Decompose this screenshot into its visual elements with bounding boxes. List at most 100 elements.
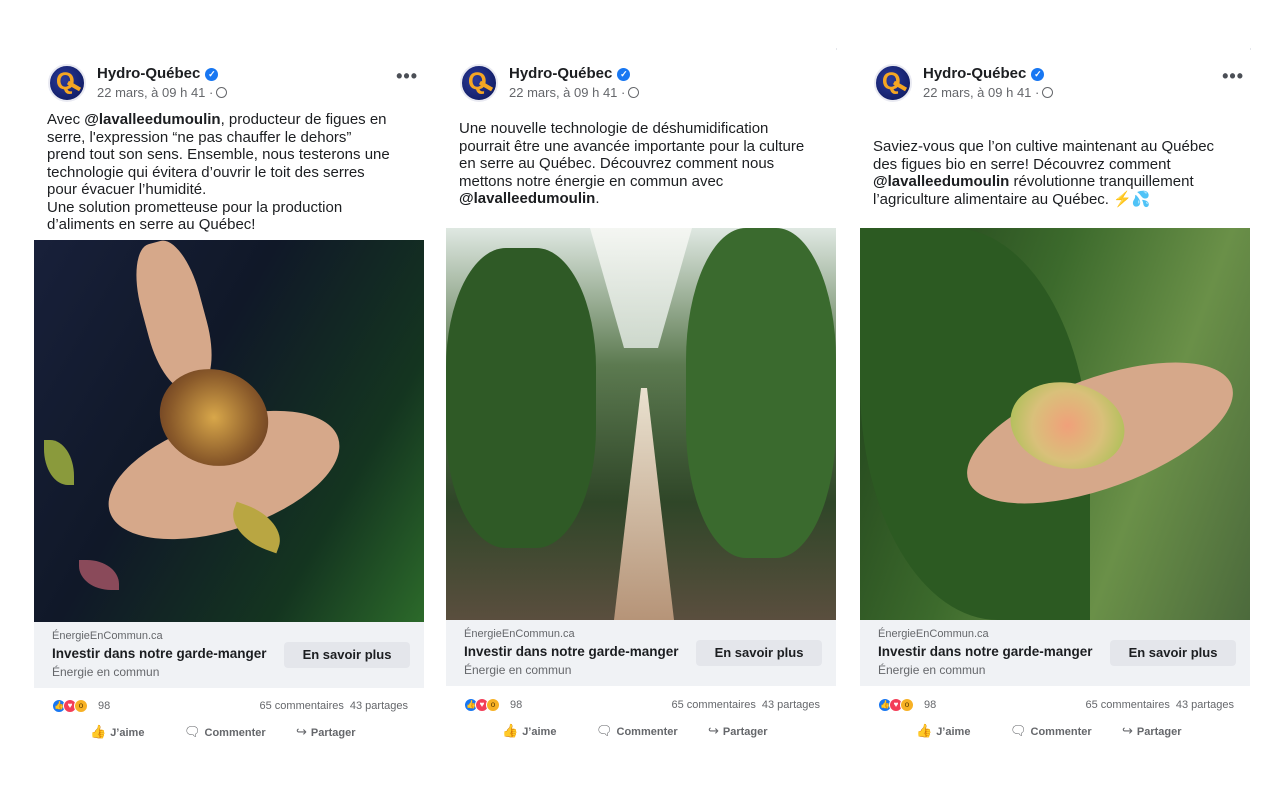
- mention-link[interactable]: @lavalleedumoulin: [84, 111, 220, 128]
- post-text-line: l’agriculture alimentaire au Québec. ⚡💦: [873, 191, 1243, 209]
- link-subtitle: Énergie en commun: [464, 663, 572, 677]
- like-label: J’aime: [110, 727, 145, 739]
- page-name[interactable]: Hydro-Québec: [923, 65, 1026, 82]
- timestamp[interactable]: 22 mars, à 09 h 41 ·: [923, 85, 1039, 100]
- text-run: pour évacuer l’humidité.: [47, 181, 207, 198]
- post-actions: 👍 J’aime 🗨 Commenter ↪ Partager: [502, 723, 802, 741]
- comment-button[interactable]: 🗨 Commenter: [596, 723, 678, 739]
- link-title[interactable]: Investir dans notre garde-manger: [878, 644, 1093, 659]
- text-run: serre, l'expression “ne pas chauffer le …: [47, 128, 352, 146]
- wow-reaction-icon: o: [900, 698, 914, 712]
- link-preview[interactable]: ÉnergieEnCommun.ca Investir dans notre g…: [446, 620, 836, 686]
- post-header: Q Hydro-Québec ✓ 22 mars, à 09 h 41 ·: [460, 62, 830, 104]
- comments-count[interactable]: 65 commentaires: [672, 699, 756, 711]
- mention-link[interactable]: @lavalleedumoulin: [873, 173, 1009, 190]
- more-options-icon[interactable]: •••: [1222, 66, 1244, 87]
- comment-bubble-icon: 🗨: [596, 723, 613, 738]
- share-button[interactable]: ↪ Partager: [1122, 723, 1182, 739]
- comment-button[interactable]: 🗨 Commenter: [184, 724, 266, 740]
- shares-count[interactable]: 43 partages: [350, 700, 408, 712]
- page-avatar[interactable]: Q: [874, 64, 912, 102]
- reactions-count[interactable]: 98: [510, 699, 522, 711]
- wow-reaction-icon: o: [74, 699, 88, 713]
- share-label: Partager: [1136, 726, 1182, 738]
- share-button[interactable]: ↪ Partager: [708, 723, 768, 739]
- link-domain: ÉnergieEnCommun.ca: [52, 630, 163, 642]
- like-button[interactable]: 👍 J’aime: [90, 724, 144, 740]
- link-subtitle: Énergie en commun: [52, 665, 160, 679]
- engagement-stats: 👍 ♥ o 98 65 commentaires 43 partages: [52, 698, 408, 716]
- post-text-line: @lavalleedumoulin révolutionne tranquill…: [873, 173, 1243, 191]
- globe-icon: [1042, 87, 1054, 98]
- shares-count[interactable]: 43 partages: [1176, 699, 1234, 711]
- reactions-summary[interactable]: 👍 ♥ o: [52, 699, 98, 713]
- shares-count[interactable]: 43 partages: [762, 699, 820, 711]
- text-run: .: [595, 190, 600, 207]
- post-header: Q Hydro-Québec ✓ 22 mars, à 09 h 41 · •••: [874, 62, 1244, 104]
- reactions-count[interactable]: 98: [98, 700, 110, 712]
- post-image[interactable]: [860, 228, 1250, 620]
- reactions-summary[interactable]: 👍 ♥ o: [464, 698, 510, 712]
- page-avatar[interactable]: Q: [48, 64, 86, 102]
- comments-count[interactable]: 65 commentaires: [1086, 699, 1170, 711]
- thumbs-up-icon: 👍: [502, 723, 519, 738]
- post-text-line: Une nouvelle technologie de déshumidific…: [459, 120, 829, 138]
- link-preview[interactable]: ÉnergieEnCommun.ca Investir dans notre g…: [860, 620, 1250, 686]
- more-options-icon[interactable]: •••: [396, 66, 418, 87]
- learn-more-button[interactable]: En savoir plus: [1110, 640, 1236, 666]
- share-arrow-icon: ↪: [1122, 723, 1133, 738]
- comment-button[interactable]: 🗨 Commenter: [1010, 723, 1092, 739]
- comments-count[interactable]: 65 commentaires: [260, 700, 344, 712]
- verified-badge-icon: ✓: [617, 68, 631, 81]
- text-run: Saviez-vous que l’on cultive maintenant …: [873, 138, 1215, 155]
- learn-more-button[interactable]: En savoir plus: [696, 640, 822, 666]
- comment-label: Commenter: [1030, 726, 1092, 738]
- text-run: d’aliments en serre au Québec!: [47, 216, 256, 233]
- post-image[interactable]: [34, 240, 424, 622]
- link-title[interactable]: Investir dans notre garde-manger: [464, 644, 679, 659]
- post-text-line: @lavalleedumoulin.: [459, 190, 829, 208]
- post-text: Avec @lavalleedumoulin, producteur de fi…: [47, 111, 417, 234]
- learn-more-button[interactable]: En savoir plus: [284, 642, 410, 668]
- text-run: révolutionne tranquillement: [1009, 173, 1194, 190]
- share-arrow-icon: ↪: [296, 724, 307, 739]
- link-title[interactable]: Investir dans notre garde-manger: [52, 646, 267, 661]
- page-name-link[interactable]: Hydro-Québec ✓: [97, 65, 219, 82]
- page-name[interactable]: Hydro-Québec: [97, 65, 200, 82]
- post-actions: 👍 J’aime 🗨 Commenter ↪ Partager: [90, 724, 390, 742]
- like-label: J’aime: [522, 726, 557, 738]
- text-run: Avec: [47, 111, 85, 128]
- comment-bubble-icon: 🗨: [1010, 723, 1027, 738]
- comment-bubble-icon: 🗨: [184, 724, 201, 739]
- post-meta: 22 mars, à 09 h 41 ·: [923, 85, 1054, 100]
- share-label: Partager: [722, 726, 768, 738]
- page-avatar[interactable]: Q: [460, 64, 498, 102]
- like-button[interactable]: 👍 J’aime: [916, 723, 970, 739]
- post-text-line: d’aliments en serre au Québec!: [47, 216, 417, 234]
- verified-badge-icon: ✓: [205, 68, 219, 81]
- facebook-post: Q Hydro-Québec ✓ 22 mars, à 09 h 41 · •••…: [860, 50, 1252, 750]
- text-run: , producteur de figues en: [220, 111, 387, 128]
- mention-link[interactable]: @lavalleedumoulin: [459, 190, 595, 207]
- text-run: technologie qui évitera d’ouvrir le toit…: [47, 163, 365, 181]
- post-text: Une nouvelle technologie de déshumidific…: [459, 120, 829, 208]
- globe-icon: [628, 87, 640, 98]
- page-name-link[interactable]: Hydro-Québec ✓: [509, 65, 631, 82]
- post-meta: 22 mars, à 09 h 41 ·: [509, 85, 640, 100]
- comments-shares: 65 commentaires 43 partages: [1086, 699, 1234, 711]
- text-run: l’agriculture alimentaire au Québec. ⚡💦: [873, 190, 1151, 208]
- post-text-line: prend tout son sens. Ensemble, nous test…: [47, 146, 417, 164]
- link-preview[interactable]: ÉnergieEnCommun.ca Investir dans notre g…: [34, 622, 424, 688]
- share-arrow-icon: ↪: [708, 723, 719, 738]
- share-button[interactable]: ↪ Partager: [296, 724, 356, 740]
- link-subtitle: Énergie en commun: [878, 663, 986, 677]
- reactions-count[interactable]: 98: [924, 699, 936, 711]
- timestamp[interactable]: 22 mars, à 09 h 41 ·: [509, 85, 625, 100]
- like-button[interactable]: 👍 J’aime: [502, 723, 556, 739]
- engagement-stats: 👍 ♥ o 98 65 commentaires 43 partages: [878, 697, 1234, 715]
- timestamp[interactable]: 22 mars, à 09 h 41 ·: [97, 85, 213, 100]
- page-name-link[interactable]: Hydro-Québec ✓: [923, 65, 1045, 82]
- post-image[interactable]: [446, 228, 836, 620]
- reactions-summary[interactable]: 👍 ♥ o: [878, 698, 924, 712]
- page-name[interactable]: Hydro-Québec: [509, 65, 612, 82]
